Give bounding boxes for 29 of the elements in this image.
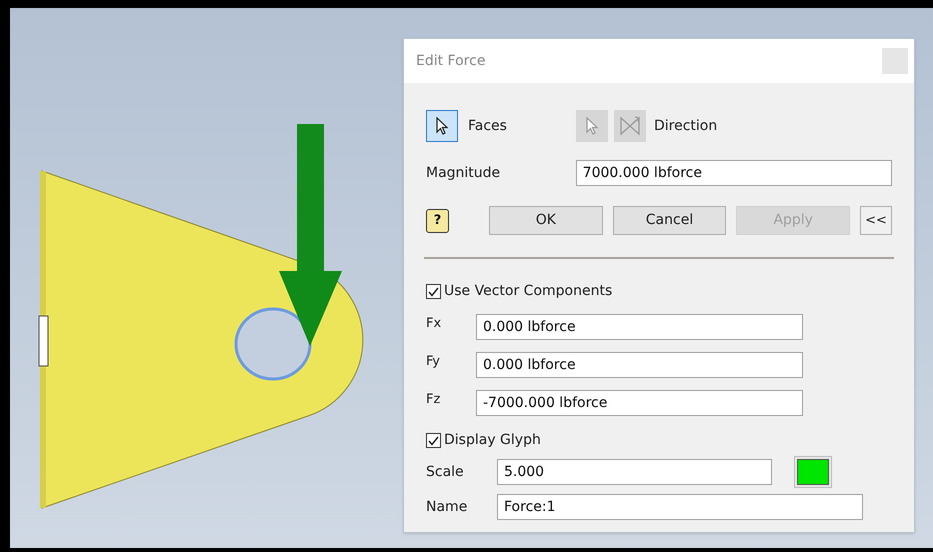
checkbox[interactable] (426, 433, 441, 448)
cursor-icon (585, 117, 599, 135)
name-field[interactable]: Force:1 (497, 494, 863, 520)
scale-label: Scale (426, 462, 465, 482)
checkbox-label: Use Vector Components (444, 282, 612, 301)
window-title: Edit Force (416, 52, 486, 70)
component-field[interactable]: 0.000 lbforce (476, 314, 803, 340)
component-field[interactable]: 0.000 lbforce (476, 352, 803, 378)
checkmark-icon (428, 286, 439, 296)
checkbox-label: Display Glyph (444, 431, 541, 450)
magnitude-field[interactable]: 7000.000 lbforce (576, 160, 892, 186)
dialog-button[interactable]: Cancel (612, 206, 726, 235)
direction-label: Direction (654, 116, 718, 136)
checkbox[interactable] (426, 284, 441, 299)
component-label: Fy (426, 353, 441, 371)
checkmark-icon (428, 436, 439, 446)
scale-field[interactable]: 5.000 (497, 459, 772, 485)
component-field[interactable]: -7000.000 lbforce (476, 390, 803, 416)
help-button[interactable]: ? (426, 208, 449, 232)
component-label: Fx (426, 315, 442, 333)
flip-icon (618, 114, 642, 138)
cursor-icon (435, 117, 449, 135)
dialog-button[interactable]: OK (488, 206, 603, 235)
select-faces-button[interactable] (426, 110, 458, 142)
name-label: Name (426, 498, 468, 516)
magnitude-label: Magnitude (426, 164, 502, 182)
collapse-button[interactable]: << (860, 206, 892, 235)
component-label: Fz (426, 391, 442, 409)
faces-label: Faces (468, 116, 507, 136)
